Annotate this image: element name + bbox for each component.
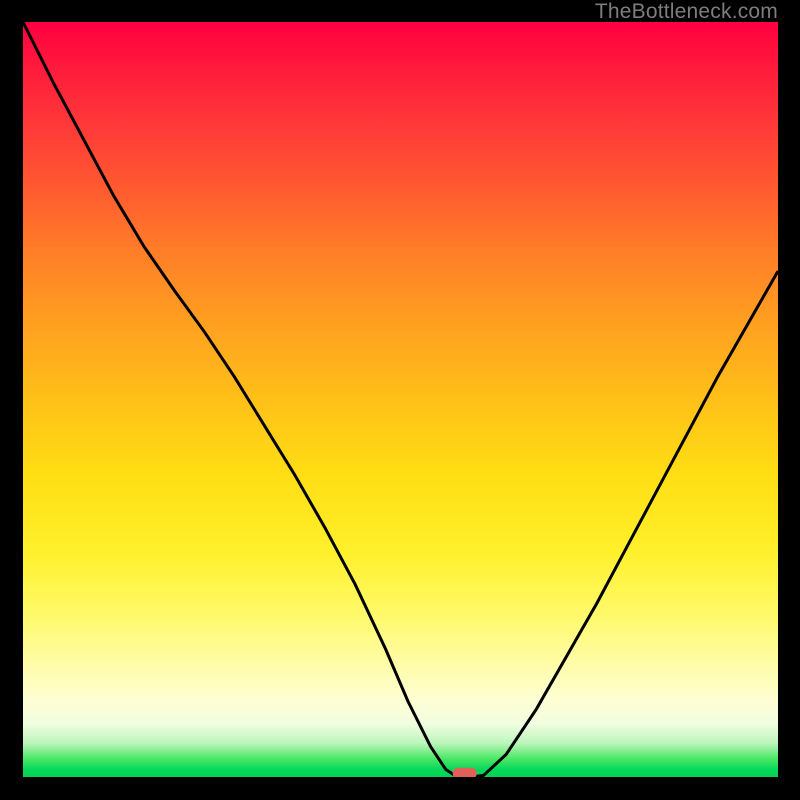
plot-area — [23, 22, 778, 777]
attribution-label: TheBottleneck.com — [595, 0, 778, 24]
curve-svg — [23, 22, 778, 777]
minimum-marker — [453, 768, 477, 777]
bottleneck-curve-path — [23, 22, 778, 777]
chart-container: TheBottleneck.com — [0, 0, 800, 800]
